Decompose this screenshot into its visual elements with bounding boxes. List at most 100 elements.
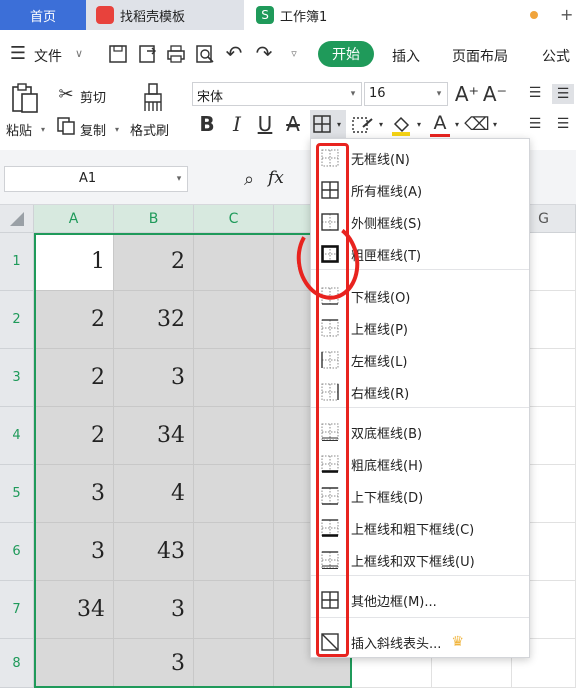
row-header[interactable]: 8 [0, 639, 34, 688]
tab-page-layout[interactable]: 页面布局 [452, 46, 508, 66]
chevron-down-icon[interactable]: ▾ [452, 118, 462, 130]
row-header[interactable]: 7 [0, 581, 34, 639]
table-cell[interactable]: 3 [114, 581, 194, 639]
align-center-icon[interactable]: ☰ [554, 114, 572, 134]
chevron-down-icon[interactable]: ∨ [72, 44, 86, 62]
border-button[interactable]: ▾ [310, 110, 346, 138]
column-header-c[interactable]: C [194, 205, 274, 233]
paste-button[interactable]: 粘贴 [6, 120, 32, 139]
table-cell[interactable] [194, 407, 274, 465]
menu-item-label: 插入斜线表头... [351, 636, 442, 652]
row-header[interactable]: 4 [0, 407, 34, 465]
chevron-down-icon[interactable]: ▾ [376, 118, 386, 130]
table-cell[interactable]: 32 [114, 291, 194, 349]
table-cell[interactable] [194, 639, 274, 688]
table-cell[interactable] [194, 233, 274, 291]
table-cell[interactable]: 3 [34, 523, 114, 581]
menu-item-label: 上框线和粗下框线(C) [351, 522, 475, 538]
table-cell[interactable]: 2 [34, 291, 114, 349]
align-left-icon[interactable]: ☰ [526, 114, 544, 134]
cell-format-icon[interactable] [352, 115, 374, 135]
redo-icon[interactable]: ↷ [254, 41, 274, 65]
menu-item-label: 外侧框线(S) [351, 216, 422, 232]
zoom-search-icon[interactable]: ⌕ [238, 168, 260, 190]
menu-file[interactable]: 文件 [34, 46, 62, 66]
font-size-select[interactable]: 16 ▾ [364, 82, 448, 106]
font-name-select[interactable]: 宋体 ▾ [192, 82, 362, 106]
bold-button[interactable]: B [196, 112, 218, 136]
table-cell[interactable]: 4 [114, 465, 194, 523]
table-cell[interactable]: 2 [114, 233, 194, 291]
menu-item-label: 其他边框(M)... [351, 594, 437, 610]
print-icon[interactable] [166, 44, 186, 64]
table-cell[interactable]: 3 [114, 639, 194, 688]
column-header-b[interactable]: B [114, 205, 194, 233]
table-cell[interactable]: 34 [34, 581, 114, 639]
copy-dropdown-icon[interactable]: ▾ [112, 122, 122, 136]
table-cell[interactable]: 3 [114, 349, 194, 407]
table-cell[interactable]: 1 [34, 233, 114, 291]
row-header[interactable]: 5 [0, 465, 34, 523]
scissors-icon[interactable]: ✂ [56, 84, 76, 105]
paste-icon[interactable] [10, 82, 40, 114]
increase-font-icon[interactable]: A⁺ [455, 82, 479, 106]
copy-icon[interactable] [56, 116, 76, 136]
table-cell[interactable]: 2 [34, 407, 114, 465]
fill-color-icon[interactable] [390, 114, 412, 136]
align-top-icon[interactable]: ☰ [526, 84, 544, 102]
print-preview-icon[interactable] [195, 44, 215, 64]
row-header[interactable]: 2 [0, 291, 34, 349]
tab-template[interactable]: 找稻壳模板 [86, 0, 244, 30]
customize-toolbar-icon[interactable]: ▿ [286, 44, 302, 62]
row-header[interactable]: 1 [0, 233, 34, 291]
decrease-font-icon[interactable]: A⁻ [483, 82, 507, 106]
table-cell[interactable]: 34 [114, 407, 194, 465]
insert-function-button[interactable]: fx [268, 168, 284, 188]
table-cell[interactable] [194, 291, 274, 349]
table-cell[interactable] [194, 581, 274, 639]
name-box[interactable]: A1 ▾ [4, 166, 188, 192]
hamburger-icon[interactable]: ☰ [8, 42, 28, 64]
undo-icon[interactable]: ↶ [224, 41, 244, 65]
table-cell[interactable]: 2 [34, 349, 114, 407]
table-cell[interactable]: 3 [34, 465, 114, 523]
chevron-down-icon: ▾ [336, 119, 341, 129]
table-cell[interactable] [194, 349, 274, 407]
tab-formula[interactable]: 公式 [542, 46, 570, 66]
annotation-red-box [316, 143, 349, 657]
chevron-down-icon: ▾ [436, 89, 442, 99]
table-cell[interactable] [34, 639, 114, 688]
save-icon[interactable] [108, 44, 128, 64]
cut-button[interactable]: 剪切 [80, 87, 106, 106]
font-color-button[interactable]: A [430, 112, 450, 134]
chevron-down-icon[interactable]: ▾ [414, 118, 424, 130]
table-cell[interactable]: 43 [114, 523, 194, 581]
strikethrough-button[interactable]: A [282, 112, 304, 136]
format-painter-button[interactable]: 格式刷 [130, 120, 169, 139]
font-size-value: 16 [369, 86, 386, 101]
menu-item-label: 左框线(L) [351, 354, 408, 370]
tab-start[interactable]: 开始 [318, 41, 374, 67]
paste-dropdown-icon[interactable]: ▾ [38, 122, 48, 136]
row-header[interactable]: 3 [0, 349, 34, 407]
tab-insert[interactable]: 插入 [392, 46, 420, 66]
chevron-down-icon[interactable]: ▾ [490, 118, 500, 130]
tab-workbook[interactable]: S 工作簿1 + [244, 0, 576, 30]
select-all-corner[interactable] [0, 205, 34, 233]
format-painter-icon[interactable] [140, 82, 166, 114]
export-icon[interactable] [138, 44, 158, 64]
spreadsheet-app-icon: S [256, 6, 274, 24]
tab-home-label: 首页 [29, 9, 56, 25]
copy-button[interactable]: 复制 [80, 120, 106, 139]
column-header-a[interactable]: A [34, 205, 114, 233]
table-cell[interactable] [194, 523, 274, 581]
add-tab-icon[interactable]: + [560, 5, 573, 24]
italic-button[interactable]: I [226, 112, 248, 136]
table-cell[interactable] [194, 465, 274, 523]
align-middle-icon[interactable]: ☰ [552, 84, 574, 104]
chevron-down-icon: ▾ [176, 174, 182, 184]
eraser-icon[interactable]: ⌫ [464, 112, 489, 136]
row-header[interactable]: 6 [0, 523, 34, 581]
underline-button[interactable]: U [254, 112, 276, 136]
tab-home[interactable]: 首页 [0, 0, 86, 30]
